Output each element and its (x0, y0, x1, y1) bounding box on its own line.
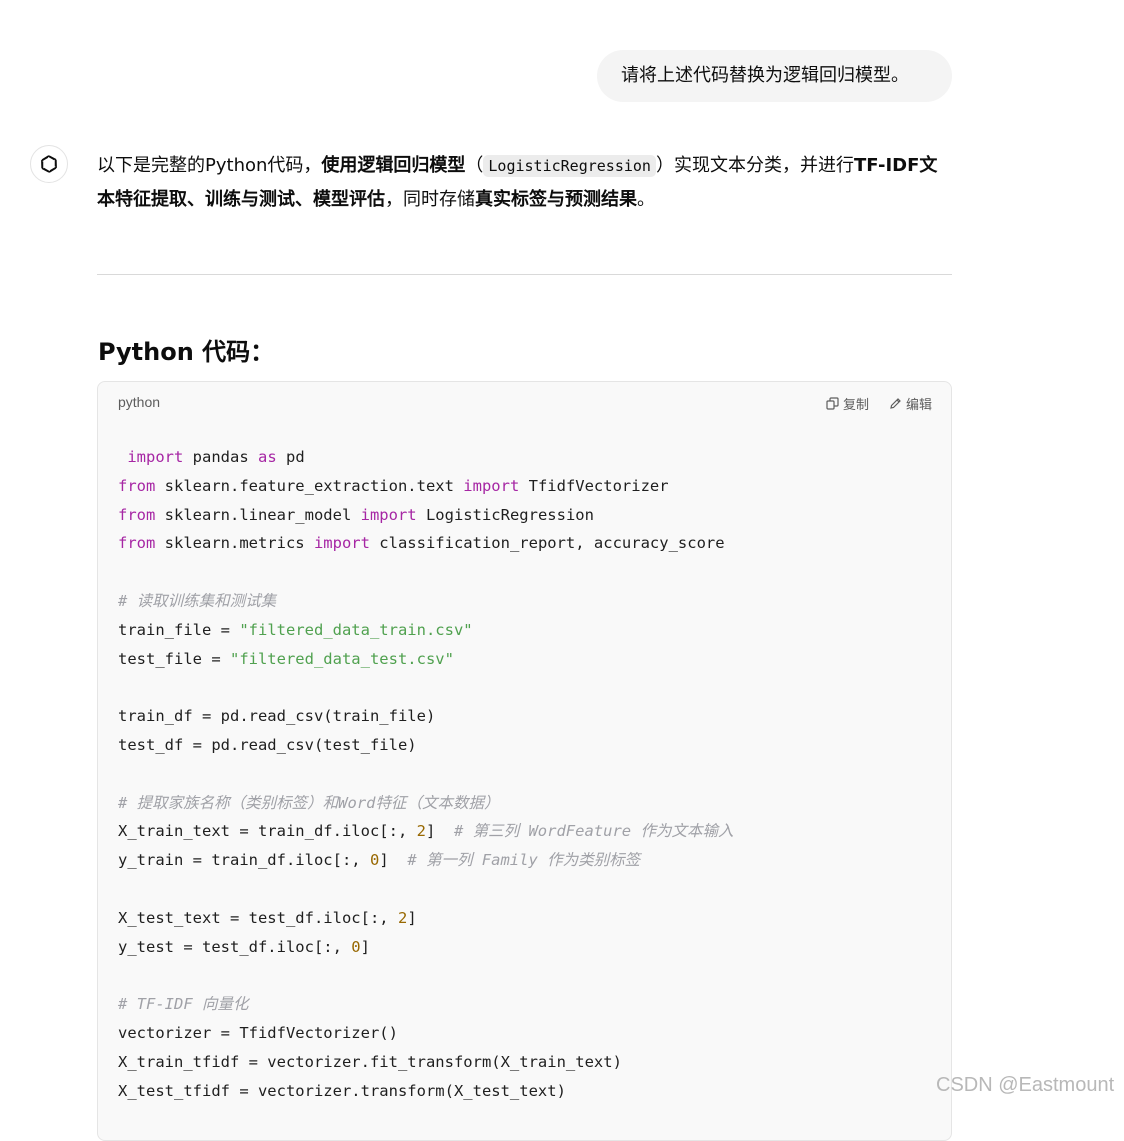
code-line: # 提取家族名称（类别标签）和Word特征（文本数据） (118, 793, 500, 812)
code-content: import pandas as pd from sklearn.feature… (118, 443, 931, 1105)
code-line: X_train_text = train_df.iloc[:, 2] # 第三列… (118, 822, 734, 841)
intro-text: 。 (637, 189, 655, 210)
code-line: from sklearn.linear_model import Logisti… (118, 505, 594, 524)
divider (97, 274, 952, 275)
intro-bold-results: 真实标签与预测结果 (475, 189, 637, 210)
assistant-intro-paragraph: 以下是完整的Python代码，使用逻辑回归模型（ LogisticRegressi… (97, 149, 952, 217)
section-heading: Python 代码： (98, 338, 275, 366)
code-line: # 读取训练集和测试集 (118, 591, 277, 610)
copy-button[interactable]: 复制 (826, 394, 869, 413)
code-line: y_test = test_df.iloc[:, 0] (118, 937, 370, 956)
code-line: X_train_tfidf = vectorizer.fit_transform… (118, 1052, 622, 1071)
inline-code-logisticregression: LogisticRegression (483, 155, 656, 177)
intro-text: ，同时存储 (385, 189, 475, 210)
intro-text: 以下是完整的Python代码， (97, 155, 322, 176)
code-line: vectorizer = TfidfVectorizer() (118, 1023, 398, 1042)
code-line: X_test_text = test_df.iloc[:, 2] (118, 908, 417, 927)
pencil-icon (890, 398, 901, 409)
code-actions: 复制 编辑 (826, 394, 932, 413)
code-line: X_test_tfidf = vectorizer.transform(X_te… (118, 1081, 566, 1100)
copy-label: 复制 (842, 397, 869, 412)
code-line: y_train = train_df.iloc[:, 0] # 第一列 Fami… (118, 851, 641, 870)
code-block: python 复制 编辑 import pandas as pd from sk… (97, 381, 952, 1141)
intro-text: ）实现文本分类，并进行 (655, 155, 854, 176)
copy-icon (826, 397, 839, 410)
openai-logo-icon (41, 155, 57, 173)
intro-text: （ (465, 155, 484, 176)
code-line: train_file = "filtered_data_train.csv" (118, 620, 473, 639)
code-language-label: python (118, 394, 161, 410)
intro-bold-model: 使用逻辑回归模型 (321, 155, 466, 176)
user-message-text: 请将上述代码替换为逻辑回归模型。 (621, 65, 909, 86)
watermark: CSDN @Eastmount (936, 1074, 1115, 1096)
code-line: test_file = "filtered_data_test.csv" (118, 649, 454, 668)
code-line: train_df = pd.read_csv(train_file) (118, 707, 436, 726)
code-line: from sklearn.feature_extraction.text imp… (118, 476, 669, 495)
assistant-avatar (30, 145, 68, 183)
user-message-bubble: 请将上述代码替换为逻辑回归模型。 (597, 50, 952, 102)
code-line: import pandas as pd (127, 448, 305, 466)
edit-label: 编辑 (905, 397, 932, 412)
code-line: test_df = pd.read_csv(test_file) (118, 735, 417, 754)
code-line: # TF-IDF 向量化 (118, 995, 249, 1014)
edit-button[interactable]: 编辑 (889, 394, 932, 413)
code-line: from sklearn.metrics import classificati… (118, 534, 725, 553)
